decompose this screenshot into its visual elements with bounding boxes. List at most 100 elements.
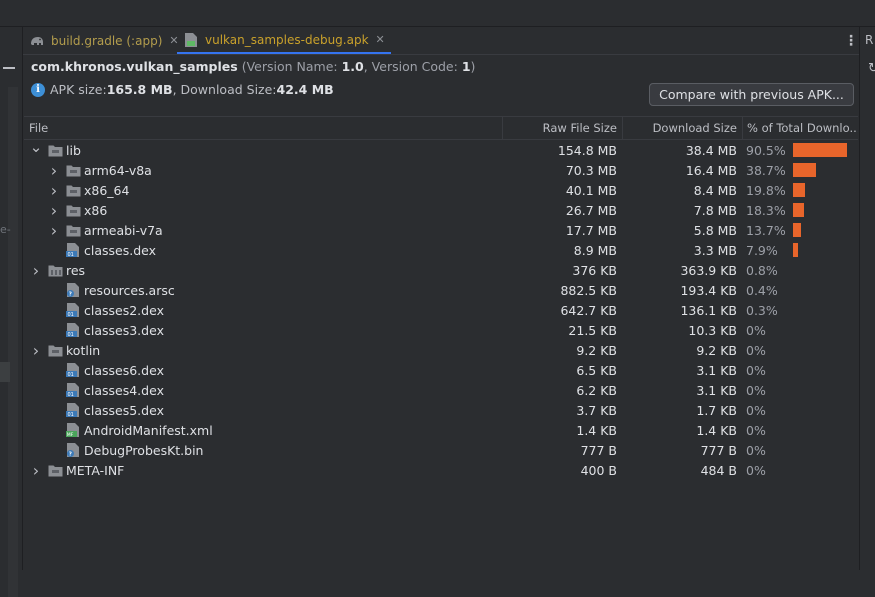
file-name: resources.arsc: [84, 282, 175, 298]
column-header-download-size[interactable]: Download Size: [622, 117, 742, 139]
more-options-icon[interactable]: ⋮: [844, 33, 858, 49]
download-size: 5.8 MB: [693, 222, 737, 238]
editor-tab-bar: build.gradle (:app) ✕ vulkan_samples-deb…: [23, 27, 859, 55]
file-name: armeabi-v7a: [84, 222, 163, 238]
gradle-elephant-icon: [29, 33, 45, 49]
left-edge-text: e-: [0, 223, 11, 236]
file-name: AndroidManifest.xml: [84, 422, 213, 438]
download-size-value: 42.4 MB: [276, 82, 334, 97]
file-cell: › kotlin: [30, 340, 100, 360]
file-cell: 01 classes.dex: [48, 240, 156, 260]
tab-build-gradle[interactable]: build.gradle (:app) ✕: [29, 27, 179, 54]
download-size: 3.3 MB: [693, 242, 737, 258]
file-cell: MF AndroidManifest.xml: [48, 420, 213, 440]
column-header-raw-size[interactable]: Raw File Size: [502, 117, 622, 139]
table-row[interactable]: ? resources.arsc 882.5 KB 193.4 KB 0.4%: [24, 280, 858, 300]
table-row[interactable]: › x86_64 40.1 MB 8.4 MB 19.8%: [24, 180, 858, 200]
raw-file-size: 6.2 KB: [576, 382, 617, 398]
file-cell: 01 classes4.dex: [48, 380, 164, 400]
chevron-right-icon[interactable]: ›: [48, 220, 60, 240]
column-header-percent[interactable]: % of Total Downlo...: [742, 117, 858, 139]
download-size: 484 B: [700, 462, 737, 478]
left-scroll-track[interactable]: [8, 87, 18, 597]
compare-apk-button[interactable]: Compare with previous APK...: [649, 83, 854, 106]
version-code: 1: [461, 59, 471, 74]
download-size: 363.9 KB: [680, 262, 737, 278]
file-name: x86_64: [84, 182, 130, 198]
percent-of-total: 0%: [746, 342, 766, 358]
folder-icon: [65, 182, 81, 198]
table-row[interactable]: › res 376 KB 363.9 KB 0.8%: [24, 260, 858, 280]
table-row[interactable]: 01 classes2.dex 642.7 KB 136.1 KB 0.3%: [24, 300, 858, 320]
raw-file-size: 1.4 KB: [576, 422, 617, 438]
minimize-icon[interactable]: [3, 67, 15, 69]
raw-file-size: 6.5 KB: [576, 362, 617, 378]
file-name: classes6.dex: [84, 362, 164, 378]
table-row[interactable]: › x86 26.7 MB 7.8 MB 18.3%: [24, 200, 858, 220]
file-name: classes.dex: [84, 242, 157, 258]
file-name: kotlin: [66, 342, 101, 358]
table-row[interactable]: 01 classes4.dex 6.2 KB 3.1 KB 0%: [24, 380, 858, 400]
download-size: 9.2 KB: [696, 342, 737, 358]
table-row[interactable]: MF AndroidManifest.xml 1.4 KB 1.4 KB 0%: [24, 420, 858, 440]
refresh-icon[interactable]: ↻: [868, 61, 875, 76]
raw-file-size: 9.2 KB: [576, 342, 617, 358]
info-icon: i: [31, 82, 45, 97]
download-size: 7.8 MB: [693, 202, 737, 218]
table-row[interactable]: ⌄ lib 154.8 MB 38.4 MB 90.5%: [24, 137, 858, 160]
file-cell: ? resources.arsc: [48, 280, 175, 300]
chevron-right-icon[interactable]: ›: [48, 160, 60, 180]
chevron-right-icon[interactable]: ›: [48, 200, 60, 220]
percent-of-total: 0%: [746, 322, 766, 338]
svg-text:01: 01: [68, 392, 74, 398]
chevron-down-icon[interactable]: ⌄: [30, 137, 43, 157]
folder-icon: [65, 222, 81, 238]
column-header-file[interactable]: File: [24, 117, 502, 139]
percent-of-total: 0%: [746, 382, 766, 398]
chevron-right-icon[interactable]: ›: [30, 340, 42, 360]
version-name-label: (Version Name:: [241, 59, 342, 74]
tab-label: vulkan_samples-debug.apk: [205, 32, 369, 47]
table-row[interactable]: 01 classes3.dex 21.5 KB 10.3 KB 0%: [24, 320, 858, 340]
table-header: File Raw File Size Download Size % of To…: [24, 117, 858, 140]
table-row[interactable]: 01 classes6.dex 6.5 KB 3.1 KB 0%: [24, 360, 858, 380]
table-row[interactable]: › arm64-v8a 70.3 MB 16.4 MB 38.7%: [24, 160, 858, 180]
svg-text:01: 01: [68, 312, 74, 318]
left-tool-strip: e-: [0, 27, 23, 597]
chevron-right-icon[interactable]: ›: [30, 460, 42, 480]
file-name: classes2.dex: [84, 302, 164, 318]
dex-file-icon: 01: [65, 362, 81, 378]
file-cell: 01 classes3.dex: [48, 320, 164, 340]
download-size: 3.1 KB: [696, 382, 737, 398]
table-row[interactable]: › kotlin 9.2 KB 9.2 KB 0%: [24, 340, 858, 360]
table-row[interactable]: › armeabi-v7a 17.7 MB 5.8 MB 13.7%: [24, 220, 858, 240]
download-size: 10.3 KB: [688, 322, 737, 338]
percent-bar: [793, 243, 798, 257]
folder-icon: [47, 142, 63, 158]
chevron-right-icon[interactable]: ›: [48, 180, 60, 200]
chevron-right-icon[interactable]: ›: [30, 260, 42, 280]
right-tool-label[interactable]: R: [865, 33, 873, 47]
percent-of-total: 38.7%: [746, 162, 786, 178]
percent-of-total: 90.5%: [746, 142, 786, 158]
file-cell: › x86_64: [48, 180, 130, 200]
percent-of-total: 18.3%: [746, 202, 786, 218]
table-row[interactable]: 01 classes.dex 8.9 MB 3.3 MB 7.9%: [24, 240, 858, 260]
table-row[interactable]: ? DebugProbesKt.bin 777 B 777 B 0%: [24, 440, 858, 460]
file-cell: › res: [30, 260, 85, 280]
tab-apk[interactable]: vulkan_samples-debug.apk ✕: [177, 27, 391, 54]
download-size: 8.4 MB: [693, 182, 737, 198]
file-cell: 01 classes5.dex: [48, 400, 164, 420]
raw-file-size: 17.7 MB: [565, 222, 617, 238]
table-row[interactable]: › META-INF 400 B 484 B 0%: [24, 460, 858, 480]
folder-icon: [65, 162, 81, 178]
raw-file-size: 154.8 MB: [557, 142, 617, 158]
raw-file-size: 8.9 MB: [573, 242, 617, 258]
table-row[interactable]: 01 classes5.dex 3.7 KB 1.7 KB 0%: [24, 400, 858, 420]
percent-of-total: 0%: [746, 362, 766, 378]
close-icon[interactable]: ✕: [376, 33, 385, 46]
download-size: 777 B: [700, 442, 737, 458]
